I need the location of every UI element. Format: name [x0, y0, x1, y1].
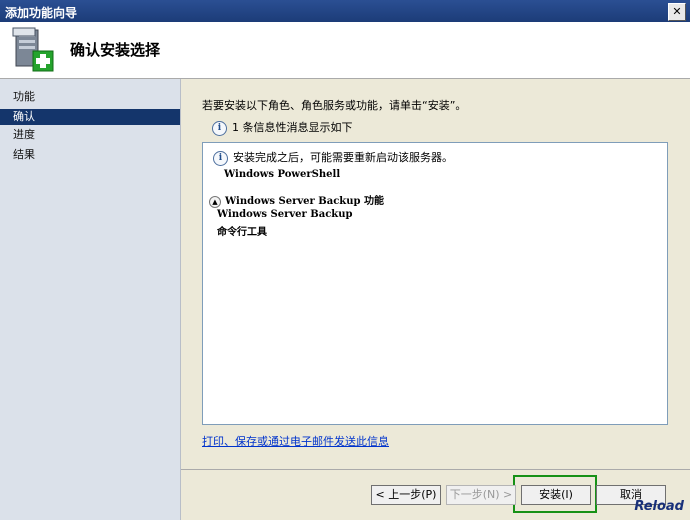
main-content: 若要安装以下角色、角色服务或功能，请单击“安装”。 i1 条信息性消息显示如下 … [181, 79, 690, 520]
server-add-icon [10, 26, 58, 77]
sidebar-item-results[interactable]: 结果 [0, 147, 180, 163]
wizard-header: 确认安装选择 [0, 22, 690, 79]
sub-item-backup: Windows Server Backup [217, 209, 353, 220]
collapse-icon[interactable]: ▲ [209, 195, 221, 208]
wizard-sidebar: 功能 确认 进度 结果 [0, 79, 181, 520]
info-icon: i [213, 150, 228, 166]
footer-divider [181, 469, 690, 470]
window-title: 添加功能向导 [5, 6, 78, 20]
info-summary: i 1 条信息性消息显示如下 [212, 119, 353, 136]
install-button[interactable]: 安装(I) [521, 485, 591, 505]
info-summary-text: 1 条信息性消息显示如下 [232, 121, 353, 134]
sidebar-item-features[interactable]: 功能 [0, 89, 180, 105]
backup-feature-heading-text: Windows Server Backup 功能 [225, 196, 384, 207]
sidebar-item-confirm[interactable]: 确认 [0, 109, 180, 125]
backup-feature-heading[interactable]: ▲ Windows Server Backup 功能 [209, 192, 384, 208]
restart-notice: i 安装完成之后，可能需要重新启动该服务器。 [213, 149, 453, 166]
title-bar: 添加功能向导 ✕ [0, 0, 690, 22]
print-save-email-link[interactable]: 打印、保存或通过电子邮件发送此信息 [202, 433, 389, 449]
page-title: 确认安装选择 [70, 41, 161, 59]
prev-button[interactable]: < 上一步(P) [371, 485, 441, 505]
instruction-text: 若要安装以下角色、角色服务或功能，请单击“安装”。 [202, 99, 467, 112]
reload-watermark: Reload [634, 499, 684, 514]
selection-list[interactable]: i 安装完成之后，可能需要重新启动该服务器。 Windows PowerShell… [202, 142, 668, 425]
close-button[interactable]: ✕ [668, 3, 686, 21]
info-icon: i [212, 120, 227, 136]
next-button[interactable]: 下一步(N) > [446, 485, 516, 505]
sub-item-cmdline: 命令行工具 [217, 227, 267, 238]
powershell-item: Windows PowerShell [224, 169, 341, 180]
restart-notice-text: 安装完成之后，可能需要重新启动该服务器。 [233, 151, 453, 164]
sidebar-item-progress[interactable]: 进度 [0, 127, 180, 143]
